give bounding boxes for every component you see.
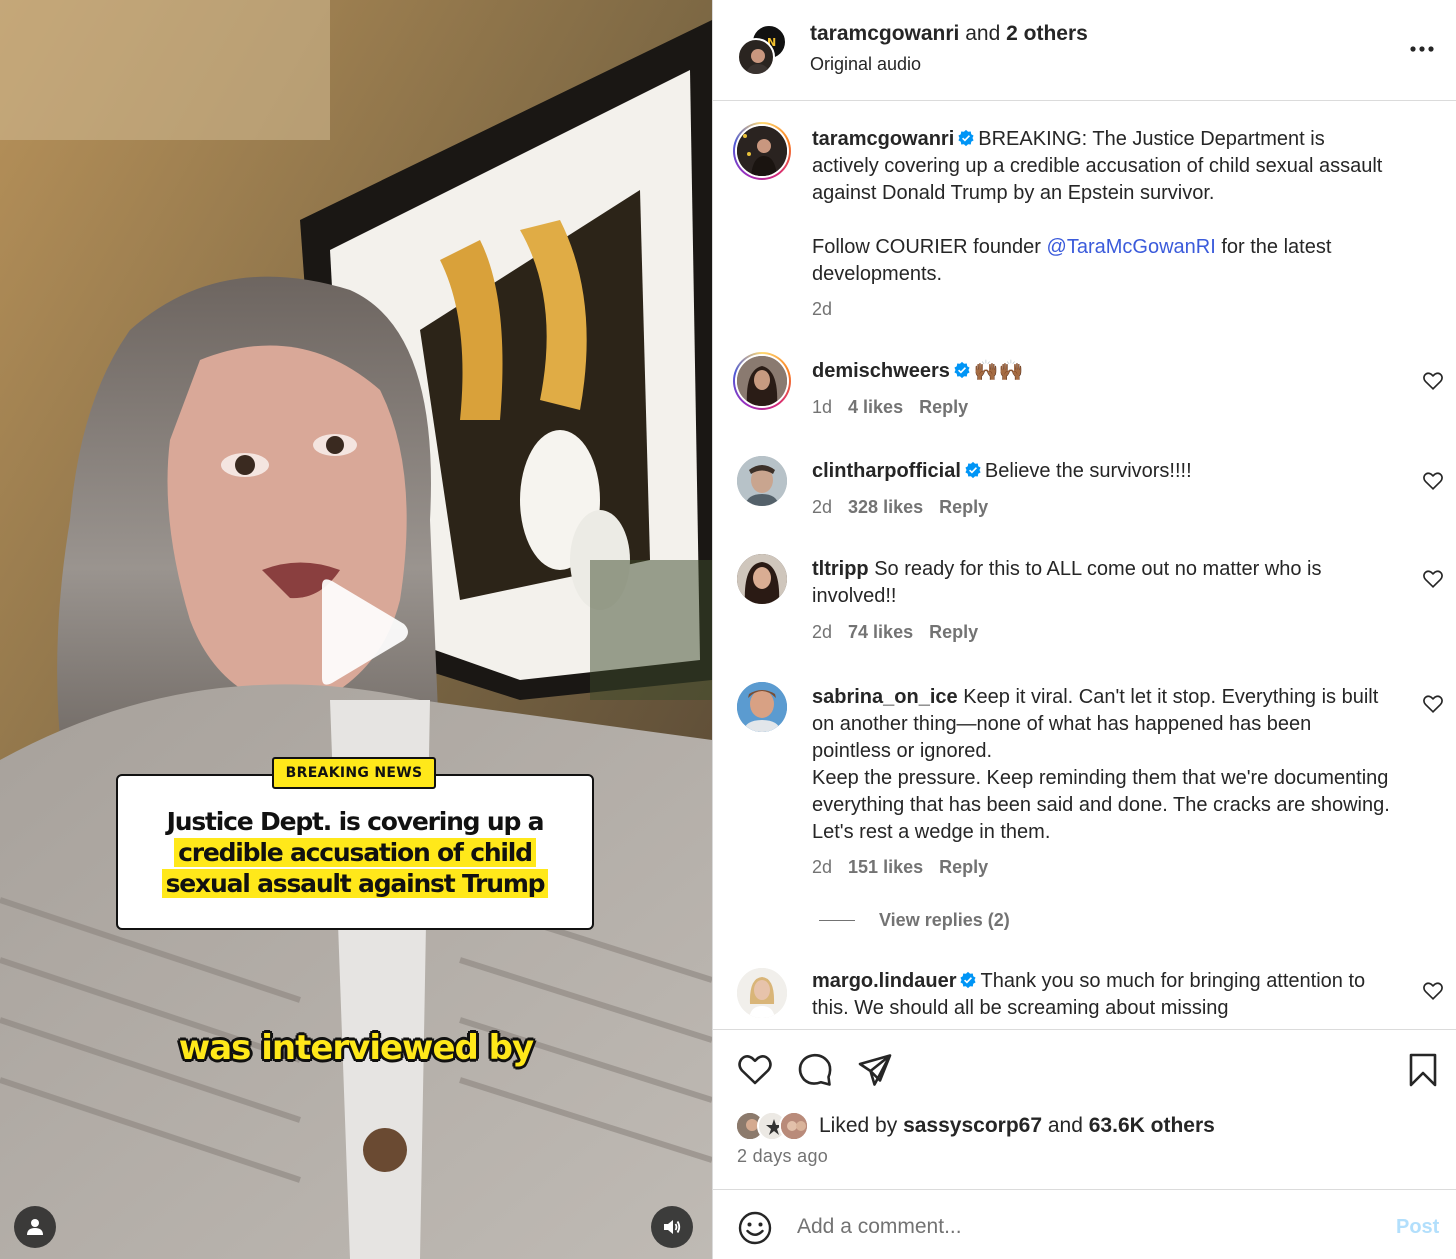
breaking-headline: Justice Dept. is covering up a credible … [130, 806, 580, 899]
comment-text: tltripp So ready for this to ALL come ou… [812, 556, 1392, 610]
heart-icon[interactable] [1422, 370, 1444, 392]
avatar[interactable] [737, 126, 787, 176]
post-date: 2 days ago [737, 1146, 829, 1166]
add-comment-bar: Post [713, 1189, 1456, 1259]
more-options-button[interactable] [1407, 36, 1441, 60]
audio-button[interactable] [651, 1206, 693, 1248]
avatar [737, 38, 775, 76]
original-audio-link[interactable]: Original audio [810, 54, 921, 75]
verified-icon [965, 461, 981, 479]
user-tag-icon [27, 1219, 43, 1235]
liked-by-count[interactable]: 63.6K others [1089, 1114, 1215, 1137]
reply-button[interactable]: Reply [929, 622, 978, 642]
headline-line-2: credible accusation of child [174, 838, 536, 867]
more-horizontal-icon [1410, 46, 1434, 52]
heart-icon[interactable] [1422, 980, 1444, 1002]
bookmark-icon[interactable] [1403, 1050, 1443, 1090]
comment-text: sabrina_on_ice Keep it viral. Can't let … [812, 684, 1392, 846]
liked-by-prefix: Liked by [819, 1114, 898, 1137]
verified-icon [960, 971, 977, 989]
share-icon[interactable] [855, 1050, 895, 1090]
heart-icon[interactable] [1422, 693, 1444, 715]
divider [819, 920, 855, 921]
post-caption-part2-prefix: Follow COURIER founder [812, 236, 1047, 258]
emoji-icon[interactable] [737, 1210, 773, 1246]
comment-meta: 2d 328 likes Reply [812, 497, 1004, 518]
headline-line-1: Justice Dept. is covering up a [166, 807, 545, 836]
avatar[interactable] [737, 356, 787, 406]
comment-body: So ready for this to ALL come out no mat… [812, 558, 1322, 607]
liked-by-and: and [1047, 1114, 1083, 1137]
collab-avatars[interactable]: N [737, 24, 787, 76]
heart-icon[interactable] [735, 1050, 775, 1090]
comment-username[interactable]: demischweers [812, 360, 950, 382]
comment-body-continued: Keep the pressure. Keep reminding them t… [812, 767, 1390, 843]
heart-icon[interactable] [1422, 470, 1444, 492]
verified-icon [954, 361, 970, 379]
comment-username[interactable]: clintharpofficial [812, 460, 961, 482]
post-panel: N taramcgowanri and 2 others Original au… [712, 0, 1456, 1259]
comment-time: 2d [812, 622, 833, 642]
play-icon [322, 579, 408, 685]
mention-link[interactable]: @TaraMcGowanRI [1047, 236, 1216, 258]
liked-by: Liked by sassyscorp67 and 63.6K others [819, 1114, 1215, 1138]
comment-text: clintharpofficial Believe the survivors!!… [812, 458, 1392, 485]
comment-meta: 2d 151 likes Reply [812, 857, 1004, 878]
comment-time: 2d [812, 857, 833, 877]
comment-username[interactable]: margo.lindauer [812, 970, 956, 992]
comment-body: 🙌🏾🙌🏾 [973, 360, 1024, 382]
liker-avatar[interactable] [779, 1111, 809, 1141]
reply-button[interactable]: Reply [939, 857, 988, 877]
comment-likes[interactable]: 151 likes [848, 857, 923, 877]
comment-text: demischweers 🙌🏾🙌🏾 [812, 358, 1392, 385]
post-button[interactable]: Post [1396, 1216, 1439, 1239]
liked-by-user[interactable]: sassyscorp67 [903, 1114, 1042, 1137]
comment-username[interactable]: sabrina_on_ice [812, 686, 958, 708]
comment-likes[interactable]: 4 likes [848, 397, 903, 417]
user-tag-button[interactable] [14, 1206, 56, 1248]
video-caption: was interviewed by [178, 1028, 534, 1068]
breaking-news-tag: BREAKING NEWS [272, 757, 436, 789]
avatar[interactable] [737, 682, 787, 732]
avatar[interactable] [737, 456, 787, 506]
header-title: taramcgowanri and 2 others [810, 22, 1088, 46]
comment-icon[interactable] [795, 1050, 835, 1090]
header-and: and [965, 22, 1001, 45]
heart-icon[interactable] [1422, 568, 1444, 590]
video-player[interactable]: BREAKING NEWS Justice Dept. is covering … [0, 0, 712, 1259]
reply-button[interactable]: Reply [939, 497, 988, 517]
view-replies-label: View replies (2) [879, 910, 1010, 930]
comment-time: 1d [812, 397, 833, 417]
post-time: 2d [812, 299, 833, 319]
post-header: N taramcgowanri and 2 others Original au… [713, 0, 1456, 101]
headline-line-3: sexual assault against Trump [161, 869, 549, 898]
header-account-link[interactable]: taramcgowanri [810, 22, 959, 45]
post-username[interactable]: taramcgowanri [812, 128, 954, 150]
comment-text: margo.lindauer Thank you so much for brin… [812, 968, 1392, 1022]
actions-bar: Liked by sassyscorp67 and 63.6K others 2… [713, 1029, 1456, 1189]
verified-icon [958, 129, 974, 147]
comment-meta: 1d 4 likes Reply [812, 397, 984, 418]
comment-meta: 2d 74 likes Reply [812, 622, 994, 643]
view-replies-button[interactable]: View replies (2) [819, 910, 1010, 931]
comment-likes[interactable]: 74 likes [848, 622, 913, 642]
comment-likes[interactable]: 328 likes [848, 497, 923, 517]
comment-username[interactable]: tltripp [812, 558, 869, 580]
audio-icon [664, 1220, 681, 1234]
avatar[interactable] [737, 554, 787, 604]
comment-input[interactable] [797, 1208, 1377, 1246]
play-button[interactable] [300, 572, 420, 692]
post-caption-text: taramcgowanri BREAKING: The Justice Depar… [812, 126, 1392, 288]
reply-button[interactable]: Reply [919, 397, 968, 417]
comment-time: 2d [812, 497, 833, 517]
comments-list[interactable]: taramcgowanri BREAKING: The Justice Depar… [713, 102, 1456, 1029]
header-others-link[interactable]: 2 others [1006, 22, 1088, 45]
avatar[interactable] [737, 968, 787, 1018]
comment-body: Believe the survivors!!!! [984, 460, 1192, 482]
